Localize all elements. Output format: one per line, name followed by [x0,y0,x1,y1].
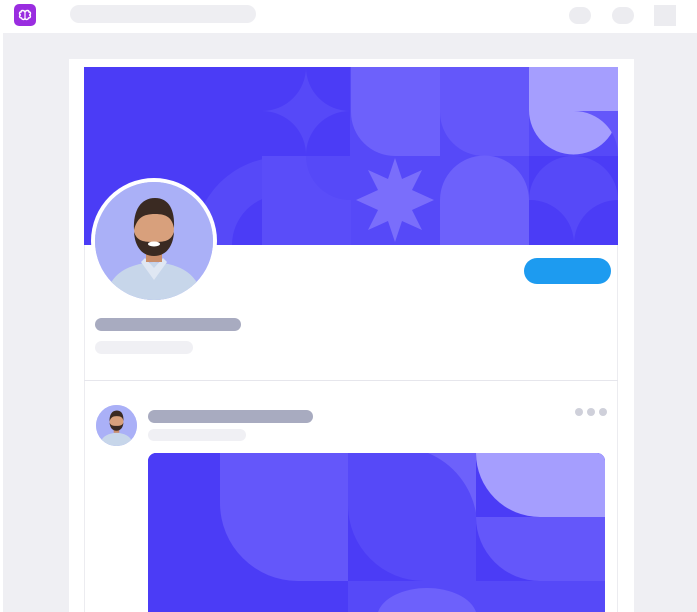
top-bar [0,0,697,33]
post-author-name-placeholder [148,410,313,423]
message-icon[interactable] [612,7,634,24]
post-meta-placeholder [148,429,246,441]
follow-button[interactable] [524,258,611,284]
more-dot [575,408,583,416]
notification-icon[interactable] [569,7,591,24]
search-bar[interactable] [70,5,256,23]
post-author-avatar[interactable] [96,405,137,446]
more-options-icon[interactable] [575,408,607,418]
more-dot [587,408,595,416]
profile-handle-placeholder [95,341,193,354]
post-image[interactable] [148,453,605,612]
profile-icon[interactable] [654,5,676,26]
profile-name-placeholder [95,318,241,331]
profile-avatar[interactable] [91,178,217,304]
brain-icon[interactable] [14,4,36,26]
more-dot [599,408,607,416]
